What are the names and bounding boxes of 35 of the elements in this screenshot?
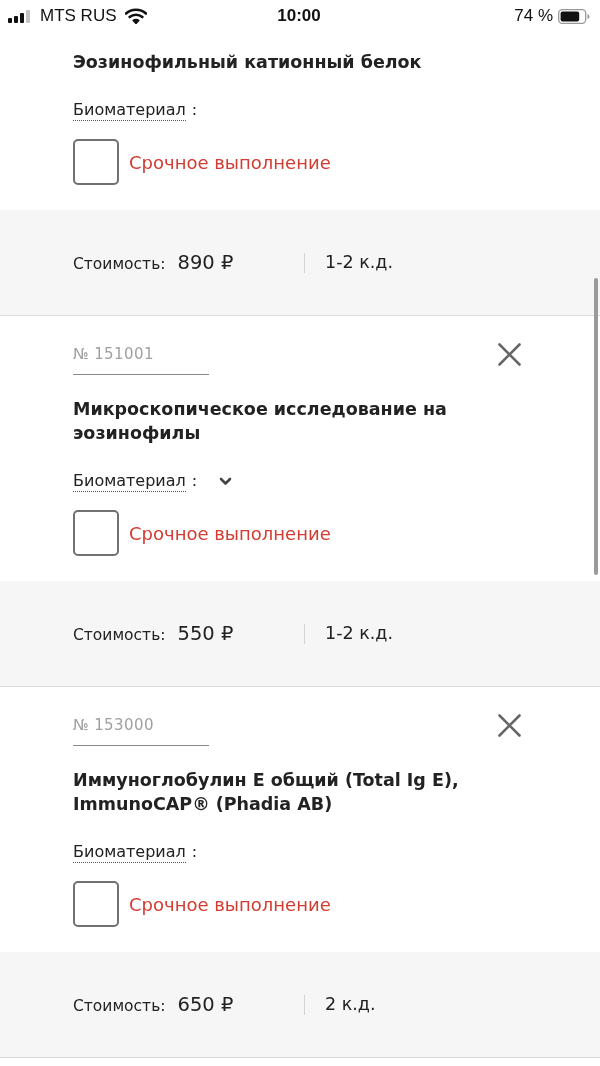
- duration-text: 1-2 к.д.: [325, 622, 393, 646]
- wifi-icon: [124, 8, 147, 24]
- cost-label: Стоимость:: [73, 253, 166, 275]
- cost-label: Стоимость:: [73, 995, 166, 1017]
- biomaterial-label: Биоматериал: [73, 841, 186, 863]
- biomaterial-label: Биоматериал: [73, 470, 186, 492]
- duration-text: 2 к.д.: [325, 993, 376, 1017]
- urgent-checkbox[interactable]: [73, 510, 119, 556]
- urgent-checkbox[interactable]: [73, 139, 119, 185]
- price-text: 890 ₽: [177, 249, 234, 276]
- chevron-down-icon[interactable]: [219, 476, 233, 486]
- urgent-label: Срочное выполнение: [129, 150, 331, 175]
- test-title: Микроскопическое исследование на эозинофилы: [73, 398, 448, 445]
- battery-icon: [558, 8, 590, 24]
- price-text: 650 ₽: [177, 991, 234, 1018]
- number-field[interactable]: № 151001: [73, 334, 209, 375]
- number-field[interactable]: № 153000: [73, 705, 209, 746]
- colon-text: :: [191, 470, 198, 492]
- cost-label: Стоимость:: [73, 624, 166, 646]
- test-title: Эозинофильный катионный белок: [73, 51, 423, 74]
- signal-icon: [8, 9, 32, 23]
- clock-time: 10:00: [277, 5, 321, 28]
- duration-text: 1-2 к.д.: [325, 251, 393, 275]
- urgent-checkbox[interactable]: [73, 881, 119, 927]
- battery-percentage: 74 %: [514, 5, 553, 28]
- close-icon: [498, 343, 521, 366]
- urgent-label: Срочное выполнение: [129, 521, 331, 546]
- urgent-label: Срочное выполнение: [129, 892, 331, 917]
- test-title: Иммуноглобулин E общий (Total Ig E), ImmunoCAP® (Phadia AB): [73, 769, 460, 816]
- biomaterial-label: Биоматериал: [73, 99, 186, 121]
- colon-text: :: [191, 99, 198, 121]
- colon-text: :: [191, 841, 198, 863]
- price-text: 550 ₽: [177, 620, 234, 647]
- close-icon: [498, 714, 521, 737]
- carrier-name: MTS RUS: [40, 5, 117, 28]
